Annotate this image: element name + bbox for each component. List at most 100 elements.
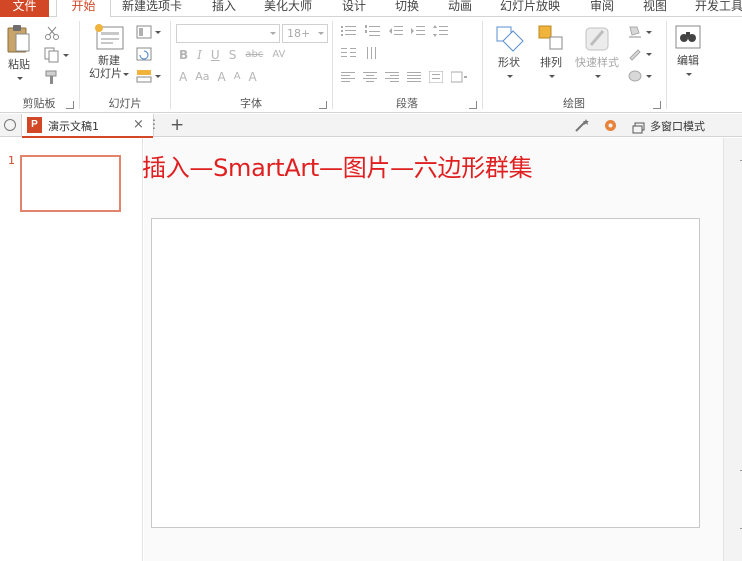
document-tab-strip: P 演示文稿1 × ⋮ + 多窗口模式 — [0, 114, 742, 138]
italic-icon[interactable]: I — [197, 48, 202, 62]
numbering-icon[interactable] — [365, 25, 381, 37]
chevron-down-icon — [63, 53, 69, 57]
copy-button[interactable] — [44, 47, 69, 63]
chevron-down-icon — [685, 72, 692, 76]
multi-window-mode-label[interactable]: 多窗口模式 — [650, 118, 705, 134]
chevron-down-icon[interactable] — [267, 25, 279, 42]
underline-icon[interactable]: U — [211, 48, 220, 62]
chevron-down-icon — [646, 30, 652, 34]
font-dialog-launcher[interactable] — [319, 101, 327, 109]
tab-transitions[interactable]: 切换 — [395, 0, 419, 17]
tab-insert[interactable]: 插入 — [212, 0, 236, 17]
align-left-icon[interactable] — [341, 71, 355, 83]
ribbon: 粘贴 剪贴板 新建 幻灯片 幻灯片 18+ B I U S abc AV A A… — [0, 17, 742, 113]
paste-button[interactable]: 粘贴 — [4, 23, 34, 84]
tab-file[interactable]: 文件 — [0, 0, 49, 17]
align-right-icon[interactable] — [385, 71, 399, 83]
quick-styles-button[interactable]: 快速样式 — [571, 23, 623, 82]
new-document-tab-button[interactable]: + — [170, 115, 184, 135]
columns-icon[interactable] — [341, 47, 357, 59]
pin-icon[interactable] — [4, 119, 16, 131]
slide-canvas[interactable] — [151, 218, 700, 528]
tab-design[interactable]: 设计 — [342, 0, 366, 17]
align-text-icon[interactable] — [451, 71, 467, 83]
character-spacing-icon[interactable]: AV — [272, 48, 285, 62]
magic-wand-icon — [575, 119, 589, 132]
change-case-icon[interactable]: Aa — [195, 70, 209, 84]
clipboard-dialog-launcher[interactable] — [66, 101, 74, 109]
arrange-label: 排列 — [540, 56, 562, 69]
paragraph-group: 段落 — [333, 17, 481, 113]
vertical-scrollbar[interactable] — [723, 138, 742, 561]
font-name-combobox[interactable] — [176, 24, 280, 43]
tab-home[interactable]: 开始 — [56, 0, 111, 18]
chevron-down-icon — [548, 74, 555, 78]
shapes-button[interactable]: 形状 — [489, 23, 529, 82]
reset-icon — [136, 47, 152, 61]
paragraph-group-label: 段落 — [396, 97, 418, 110]
instruction-caption: 插入—SmartArt—图片—六边形群集 — [142, 154, 533, 182]
decrease-indent-icon[interactable] — [389, 25, 403, 37]
chevron-down-icon — [646, 74, 652, 78]
distributed-icon[interactable] — [429, 71, 443, 83]
chevron-down-icon — [155, 74, 161, 78]
slide-number: 1 — [8, 154, 15, 167]
quick-styles-icon — [585, 27, 609, 51]
paragraph-dialog-launcher[interactable] — [469, 101, 477, 109]
close-icon[interactable]: × — [133, 117, 144, 132]
font-group-label: 字体 — [240, 97, 262, 110]
format-painter-button[interactable] — [44, 69, 60, 85]
paste-icon — [7, 25, 30, 53]
bold-icon[interactable]: B — [179, 48, 188, 62]
slide-thumbnail[interactable] — [20, 155, 121, 212]
tab-slideshow[interactable]: 幻灯片放映 — [500, 0, 560, 17]
editing-button[interactable]: 编辑 — [671, 23, 705, 80]
chevron-down-icon[interactable] — [315, 25, 327, 42]
binoculars-icon — [675, 25, 701, 49]
font-size-combobox[interactable]: 18+ — [282, 24, 328, 43]
layout-button[interactable] — [136, 25, 161, 39]
clear-formatting-icon[interactable]: A — [249, 70, 257, 84]
bullets-icon[interactable] — [341, 25, 357, 37]
new-slide-icon — [95, 24, 124, 50]
shape-outline-button[interactable] — [627, 47, 652, 61]
copy-icon — [44, 47, 59, 63]
shape-fill-button[interactable] — [627, 25, 652, 39]
new-slide-button[interactable]: 新建 幻灯片 — [84, 23, 134, 80]
tab-beautify-master[interactable]: 美化大师 — [264, 0, 312, 17]
tab-view[interactable]: 视图 — [643, 0, 667, 17]
chevron-down-icon — [506, 74, 513, 78]
powerpoint-window: 文件 开始 新建选项卡 插入 美化大师 设计 切换 动画 幻灯片放映 审阅 视图… — [0, 0, 742, 561]
paste-label: 粘贴 — [8, 58, 30, 71]
line-spacing-icon[interactable] — [433, 25, 449, 37]
font-color-icon[interactable]: A — [179, 70, 187, 84]
chevron-down-icon — [594, 74, 601, 78]
tab-developer[interactable]: 开发工具 — [695, 0, 742, 17]
text-direction-icon[interactable] — [365, 47, 381, 59]
chevron-down-icon — [155, 30, 161, 34]
drawing-dialog-launcher[interactable] — [653, 101, 661, 109]
increase-indent-icon[interactable] — [411, 25, 425, 37]
justify-icon[interactable] — [407, 71, 421, 83]
font-style-row: B I U S abc AV — [179, 48, 285, 62]
chevron-down-icon — [123, 72, 129, 76]
windows-icon — [632, 122, 645, 134]
strikethrough-icon[interactable]: abc — [245, 48, 263, 62]
reset-slide-button[interactable] — [136, 47, 152, 61]
editing-group: 编辑 — [667, 17, 707, 113]
tab-animations[interactable]: 动画 — [448, 0, 472, 17]
document-tab[interactable]: P 演示文稿1 × ⋮ — [21, 114, 160, 138]
shadow-icon[interactable]: S — [229, 48, 237, 62]
cut-button[interactable] — [44, 25, 60, 41]
increase-font-size-icon[interactable]: A — [217, 70, 225, 84]
tab-new-tab[interactable]: 新建选项卡 — [122, 0, 182, 17]
ribbon-tab-bar: 文件 开始 新建选项卡 插入 美化大师 设计 切换 动画 幻灯片放映 审阅 视图… — [0, 0, 742, 18]
align-center-icon[interactable] — [363, 71, 377, 83]
format-painter-icon — [45, 70, 57, 84]
decrease-font-size-icon[interactable]: A — [234, 70, 241, 84]
more-options-icon[interactable]: ⋮ — [148, 117, 160, 131]
shape-effects-button[interactable] — [627, 69, 652, 83]
tab-review[interactable]: 审阅 — [590, 0, 614, 17]
section-button[interactable] — [136, 69, 161, 83]
arrange-button[interactable]: 排列 — [533, 23, 569, 82]
